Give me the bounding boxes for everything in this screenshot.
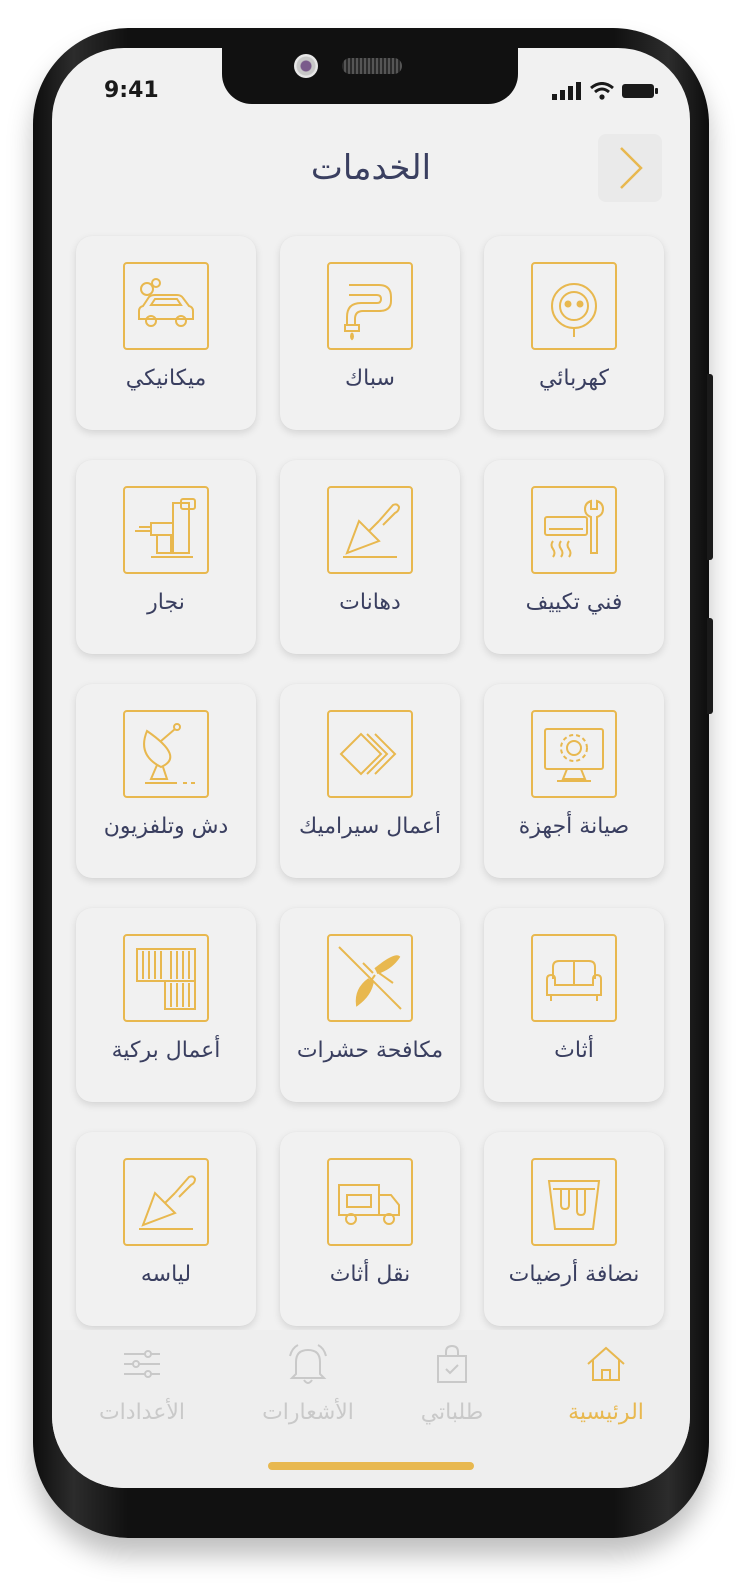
service-label: أثاث <box>554 1038 594 1063</box>
service-label: فني تكييف <box>525 590 623 615</box>
plaster-trowel-icon <box>123 1158 209 1246</box>
service-label: دش وتلفزيون <box>103 814 229 839</box>
service-card-satellite-tv[interactable]: دش وتلفزيون <box>76 684 256 878</box>
page-title: الخدمات <box>310 148 432 188</box>
service-card-pest-control[interactable]: مكافحة حشرات <box>280 908 460 1102</box>
tab-my-orders[interactable]: طلباتي <box>382 1342 522 1442</box>
bucket-icon <box>531 1158 617 1246</box>
truck-icon <box>327 1158 413 1246</box>
service-card-plumber[interactable]: سباك <box>280 236 460 430</box>
tab-label: طلباتي <box>420 1400 484 1425</box>
service-card-painting[interactable]: دهانات <box>280 460 460 654</box>
car-icon <box>123 262 209 350</box>
mosquito-icon <box>327 934 413 1022</box>
service-label: صيانة أجهزة <box>518 814 630 839</box>
chevron-right-icon <box>620 147 643 189</box>
home-indicator[interactable] <box>268 1462 474 1470</box>
tab-settings[interactable]: الأعدادات <box>72 1342 212 1442</box>
socket-icon <box>531 262 617 350</box>
tab-home[interactable]: الرئيسية <box>536 1342 676 1442</box>
service-card-plastering[interactable]: لياسه <box>76 1132 256 1326</box>
service-label: ميكانيكي <box>125 366 207 391</box>
service-card-device-maintenance[interactable]: صيانة أجهزة <box>484 684 664 878</box>
drill-icon <box>123 486 209 574</box>
service-label: نجار <box>147 590 185 615</box>
app-screen: 9:41 الخدمات كهربائي سباك ميكانيكي فني ت… <box>52 48 690 1488</box>
parquet-icon <box>123 934 209 1022</box>
service-card-mechanic[interactable]: ميكانيكي <box>76 236 256 430</box>
service-card-furniture[interactable]: أثاث <box>484 908 664 1102</box>
monitor-gear-icon <box>531 710 617 798</box>
sliders-icon <box>124 1350 160 1378</box>
bell-icon <box>289 1344 327 1384</box>
service-card-floor-cleaning[interactable]: نضافة أرضيات <box>484 1132 664 1326</box>
service-label: دهانات <box>339 590 401 615</box>
tab-notifications[interactable]: الأشعارات <box>238 1342 378 1442</box>
service-label: سباك <box>345 366 395 391</box>
service-card-ac-technician[interactable]: فني تكييف <box>484 460 664 654</box>
back-button[interactable] <box>598 134 662 202</box>
status-icons <box>552 82 660 100</box>
battery-icon <box>622 84 658 98</box>
wifi-icon <box>590 82 614 100</box>
service-label: نقل أثاث <box>329 1262 411 1287</box>
tab-label: الأعدادات <box>98 1400 186 1425</box>
service-card-carpenter[interactable]: نجار <box>76 460 256 654</box>
tiles-icon <box>327 710 413 798</box>
service-card-ceramic[interactable]: أعمال سيراميك <box>280 684 460 878</box>
services-grid: كهربائي سباك ميكانيكي فني تكييف دهانات ن… <box>76 236 668 1336</box>
trowel-icon <box>327 486 413 574</box>
front-camera <box>294 54 318 78</box>
ac-wrench-icon <box>531 486 617 574</box>
status-time: 9:41 <box>104 78 159 103</box>
notch <box>222 48 518 104</box>
service-label: كهربائي <box>538 366 610 391</box>
shopping-bag-icon <box>437 1344 467 1383</box>
earpiece-speaker <box>342 58 402 74</box>
satellite-dish-icon <box>123 710 209 798</box>
side-button-lower <box>707 618 713 714</box>
service-card-moving[interactable]: نقل أثاث <box>280 1132 460 1326</box>
side-button-upper <box>707 374 713 560</box>
sofa-icon <box>531 934 617 1022</box>
pipe-icon <box>327 262 413 350</box>
service-label: أعمال بركية <box>111 1038 221 1063</box>
tab-label: الرئيسية <box>568 1400 644 1425</box>
signal-icon <box>552 82 581 100</box>
service-label: لياسه <box>140 1262 192 1287</box>
tab-label: الأشعارات <box>262 1400 354 1425</box>
service-label: أعمال سيراميك <box>299 814 441 839</box>
service-card-electrician[interactable]: كهربائي <box>484 236 664 430</box>
service-card-parquet[interactable]: أعمال بركية <box>76 908 256 1102</box>
service-label: مكافحة حشرات <box>296 1038 444 1063</box>
home-icon <box>587 1346 625 1381</box>
service-label: نضافة أرضيات <box>508 1262 640 1287</box>
